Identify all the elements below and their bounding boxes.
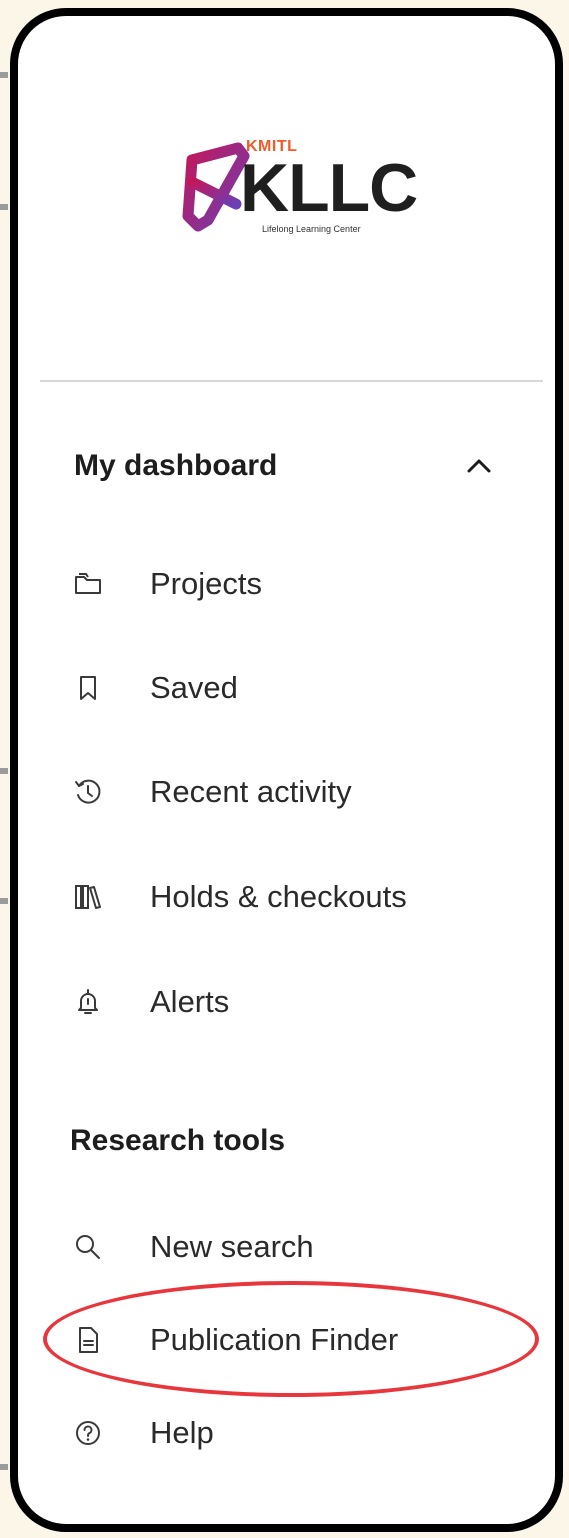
edge-mark: [0, 898, 8, 904]
menu-item-help[interactable]: Help: [68, 1405, 525, 1461]
edge-mark: [0, 72, 8, 78]
menu-item-label: Projects: [150, 566, 262, 601]
menu-item-label: Publication Finder: [150, 1322, 399, 1357]
menu-item-publication-finder[interactable]: Publication Finder: [68, 1312, 525, 1368]
menu-item-label: Saved: [150, 670, 238, 705]
research-tools-title: Research tools: [70, 1124, 286, 1157]
logo-tagline: Lifelong Learning Center: [262, 224, 361, 234]
menu-item-label: Recent activity: [150, 774, 352, 809]
bookmark-icon: [68, 668, 108, 708]
folder-icon: [68, 564, 108, 604]
edge-mark: [0, 1464, 8, 1470]
menu-item-label: Holds & checkouts: [150, 879, 407, 914]
edge-mark: [0, 204, 8, 210]
edge-mark: [0, 768, 8, 774]
menu-item-projects[interactable]: Projects: [68, 556, 525, 612]
search-icon: [68, 1227, 108, 1267]
navigation-panel: KMITL KLLC Lifelong Learning Center My d…: [10, 8, 563, 1532]
menu-item-recent-activity[interactable]: Recent activity: [68, 764, 525, 820]
menu-item-new-search[interactable]: New search: [68, 1219, 525, 1275]
books-icon: [68, 877, 108, 917]
kllc-logo[interactable]: KMITL KLLC Lifelong Learning Center: [178, 138, 428, 248]
history-icon: [68, 772, 108, 812]
divider: [40, 380, 543, 382]
dashboard-title: My dashboard: [74, 449, 278, 482]
chevron-up-icon[interactable]: [463, 450, 495, 482]
dashboard-section-toggle[interactable]: My dashboard: [74, 446, 495, 486]
menu-item-label: Help: [150, 1415, 214, 1450]
menu-item-holds-checkouts[interactable]: Holds & checkouts: [68, 869, 525, 925]
menu-item-alerts[interactable]: Alerts: [68, 974, 525, 1030]
menu-item-saved[interactable]: Saved: [68, 660, 525, 716]
menu-item-label: Alerts: [150, 984, 230, 1019]
logo-kllc-text: KLLC: [240, 150, 418, 226]
menu-item-label: New search: [150, 1229, 314, 1264]
document-icon: [68, 1320, 108, 1360]
help-icon: [68, 1413, 108, 1453]
bell-icon: [68, 982, 108, 1022]
